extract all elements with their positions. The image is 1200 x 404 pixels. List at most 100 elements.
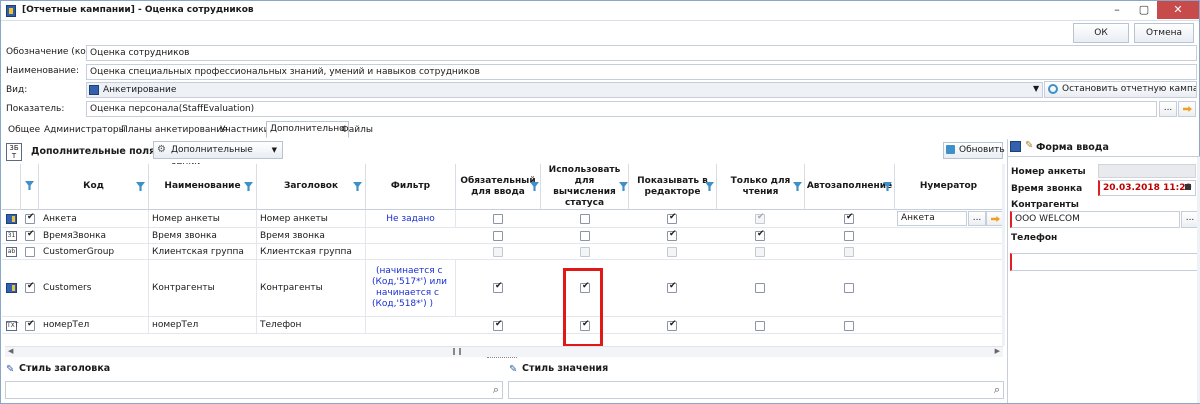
- header-readonly[interactable]: Только для чтения: [717, 164, 805, 210]
- stop-campaign-button[interactable]: Остановить отчетную кампанию: [1044, 81, 1197, 98]
- date-field-icon: 31: [6, 231, 17, 241]
- search-icon[interactable]: ⌕: [493, 383, 499, 397]
- header-caption[interactable]: Заголовок: [257, 164, 366, 210]
- chevron-down-icon: ▼: [271, 146, 277, 154]
- readonly-checkbox[interactable]: [755, 229, 765, 241]
- extra-fields-icon: 3Б Т: [6, 143, 22, 161]
- required-checkbox[interactable]: [493, 319, 503, 331]
- check-header[interactable]: [21, 164, 39, 210]
- header-required[interactable]: Обязательный для ввода: [456, 164, 541, 210]
- header-name[interactable]: Наименование: [149, 164, 257, 210]
- cell-name: Контрагенты: [149, 260, 257, 317]
- call-time-field[interactable]: 20.03.2018 11:29: [1098, 180, 1196, 196]
- contractors-field[interactable]: ООО WELCOM: [1010, 211, 1180, 228]
- refresh-icon: [946, 145, 955, 154]
- window: [Отчетные кампании] - Оценка сотрудников…: [0, 0, 1200, 404]
- header-autofill-label: Автозаполнение: [806, 181, 893, 191]
- required-checkbox[interactable]: [493, 214, 503, 224]
- value-style-search[interactable]: ⌕: [508, 381, 1004, 399]
- cell-code: Customers: [39, 260, 149, 317]
- editor-checkbox[interactable]: [667, 319, 677, 331]
- status-checkbox[interactable]: [580, 231, 590, 241]
- cell-filter-link[interactable]: Не задано: [366, 210, 456, 228]
- tab-files[interactable]: Файлы: [338, 123, 376, 138]
- ok-button[interactable]: ОК: [1073, 23, 1129, 43]
- tab-plans[interactable]: Планы анкетирования: [118, 123, 231, 138]
- tab-admins[interactable]: Администраторы: [41, 123, 129, 138]
- kind-select[interactable]: Анкетирование: [86, 82, 1043, 98]
- header-code-label: Код: [83, 181, 104, 191]
- header-caption-label: Заголовок: [283, 181, 339, 191]
- grid-horizontal-scrollbar[interactable]: ◀ ▶: [5, 346, 1003, 357]
- autofill-checkbox[interactable]: [844, 212, 854, 224]
- extra-options-button[interactable]: Дополнительные опции ▼: [153, 141, 283, 171]
- cell-code: CustomerGroup: [39, 244, 149, 260]
- header-status-line: для: [574, 175, 595, 186]
- autofill-checkbox[interactable]: [844, 231, 854, 241]
- row-select-checkbox[interactable]: [25, 212, 35, 224]
- row-select-checkbox[interactable]: [25, 281, 35, 293]
- filter-icon[interactable]: [25, 181, 34, 190]
- minimize-button[interactable]: –: [1104, 1, 1130, 19]
- readonly-checkbox[interactable]: [755, 283, 765, 293]
- indicator-browse-button[interactable]: ...: [1159, 101, 1177, 117]
- header-filter-label: Фильтр: [390, 181, 431, 191]
- form-number-field[interactable]: [1098, 164, 1196, 178]
- row-select-checkbox[interactable]: [25, 247, 35, 257]
- close-button[interactable]: ✕: [1157, 1, 1199, 19]
- search-icon[interactable]: ⌕: [994, 383, 1000, 397]
- cancel-button[interactable]: Отмена: [1134, 23, 1194, 43]
- numerator-field[interactable]: Анкета: [897, 211, 967, 226]
- tab-participants[interactable]: Участники: [217, 123, 273, 138]
- splitter-grip[interactable]: [487, 357, 517, 361]
- row-indicator-header: [2, 164, 21, 210]
- row-select-checkbox[interactable]: [25, 319, 35, 331]
- chevron-down-icon[interactable]: ▼: [1033, 84, 1039, 93]
- cell-caption: Контрагенты: [257, 260, 366, 317]
- indicator-field[interactable]: Оценка персонала(StaffEvaluation): [86, 101, 1157, 117]
- readonly-checkbox: [755, 212, 765, 224]
- scroll-thumb[interactable]: [453, 348, 461, 355]
- form-icon: [1010, 141, 1021, 152]
- header-numerator[interactable]: Нумератор: [895, 164, 1003, 210]
- code-field[interactable]: Оценка сотрудников: [86, 45, 1197, 61]
- maximize-button[interactable]: ▢: [1131, 1, 1157, 19]
- indicator-open-button[interactable]: [1178, 101, 1196, 117]
- header-editor[interactable]: Показывать в редакторе: [629, 164, 717, 210]
- scroll-left-icon[interactable]: ◀: [8, 347, 13, 355]
- header-style-search[interactable]: ⌕: [5, 381, 503, 399]
- readonly-checkbox: [755, 247, 765, 257]
- tab-general[interactable]: Общее: [5, 123, 43, 138]
- numerator-browse-button[interactable]: ...: [968, 211, 986, 226]
- row-select-checkbox[interactable]: [25, 229, 35, 241]
- cell-filter-link[interactable]: (начинается с (Код,'517*') или начинаетс…: [366, 260, 456, 317]
- tab-additional[interactable]: Дополнительно: [266, 121, 349, 138]
- header-numerator-label: Нумератор: [919, 181, 978, 191]
- phone-field[interactable]: [1010, 253, 1198, 271]
- header-filter[interactable]: Фильтр: [366, 164, 456, 210]
- name-field[interactable]: Оценка специальных профессиональных знан…: [86, 64, 1197, 80]
- header-autofill[interactable]: Автозаполнение: [805, 164, 895, 210]
- filter-line: (Код,'517*') или: [372, 277, 447, 287]
- autofill-checkbox[interactable]: [844, 321, 854, 331]
- input-form-title: Форма ввода: [1036, 142, 1109, 153]
- editor-checkbox[interactable]: [667, 281, 677, 293]
- required-checkbox[interactable]: [493, 281, 503, 293]
- phone-label: Телефон: [1011, 233, 1058, 243]
- calendar-icon[interactable]: [1185, 184, 1191, 190]
- readonly-checkbox[interactable]: [755, 321, 765, 331]
- highlight-box: [563, 268, 603, 347]
- status-checkbox[interactable]: [580, 214, 590, 224]
- header-code[interactable]: Код: [39, 164, 149, 210]
- editor-checkbox[interactable]: [667, 212, 677, 224]
- editor-checkbox[interactable]: [667, 229, 677, 241]
- scroll-right-icon[interactable]: ▶: [995, 347, 1000, 355]
- header-status[interactable]: Использовать для вычисления статуса: [541, 164, 629, 210]
- grid-vertical-scrollbar[interactable]: [1002, 164, 1005, 346]
- required-checkbox: [493, 247, 503, 257]
- header-editor-line: редакторе: [644, 186, 701, 197]
- autofill-checkbox[interactable]: [844, 283, 854, 293]
- required-checkbox[interactable]: [493, 231, 503, 241]
- kind-label: Вид:: [6, 85, 28, 95]
- text-field-icon: TXT: [6, 321, 19, 331]
